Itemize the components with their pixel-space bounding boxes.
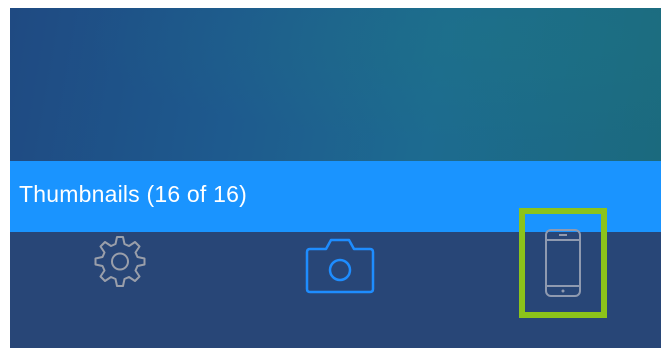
background-banner [10, 8, 661, 161]
camera-icon [305, 238, 375, 294]
app-screen: Thumbnails (16 of 16) [10, 8, 661, 348]
camera-button[interactable] [300, 232, 380, 298]
device-button-highlighted[interactable] [519, 208, 607, 318]
phone-icon [545, 229, 581, 297]
gear-icon [94, 236, 146, 287]
bottom-toolbar [10, 208, 661, 348]
page-title: Thumbnails (16 of 16) [19, 181, 247, 207]
settings-button[interactable] [80, 232, 160, 298]
